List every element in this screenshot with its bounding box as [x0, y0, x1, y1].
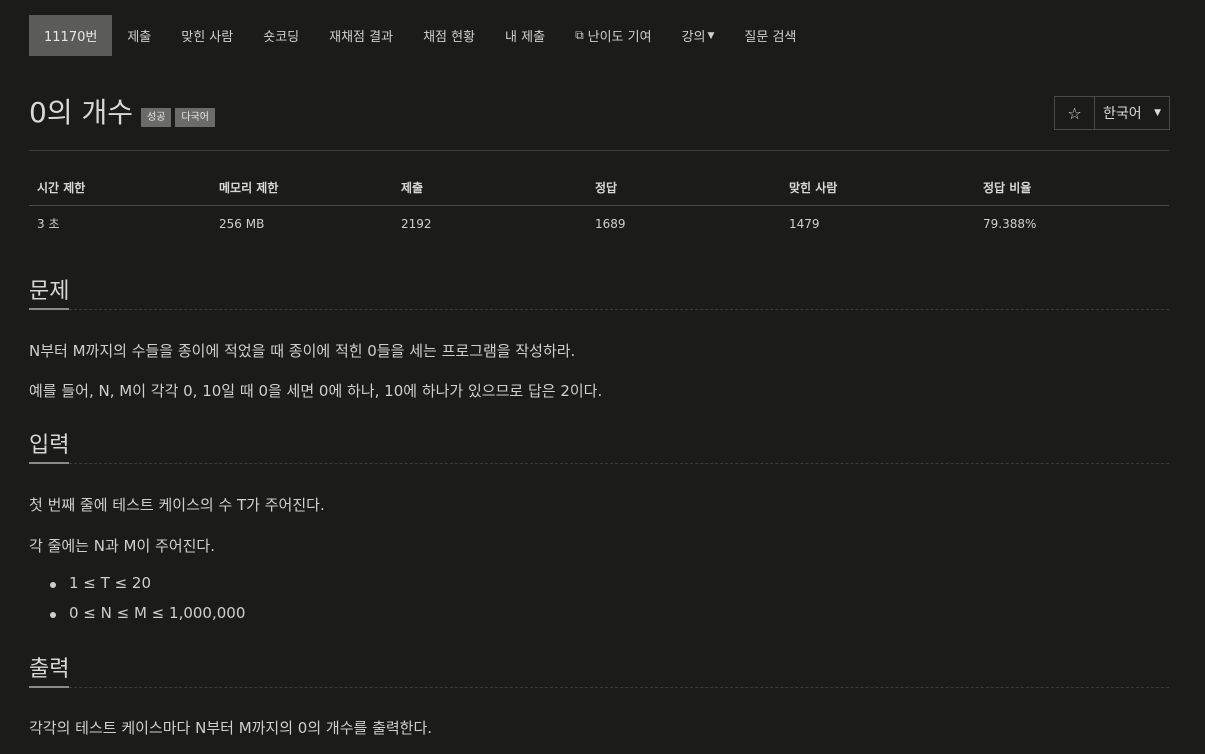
tab-label: 재채점 결과	[329, 30, 394, 45]
header-accept-ratio: 정답 비율	[975, 170, 1169, 206]
value-accepted: 1689	[595, 216, 626, 231]
caret-down-icon: ▼	[707, 30, 715, 41]
external-link-icon: ⧉	[575, 28, 584, 42]
status-badge-multilingual: 다국어	[175, 108, 216, 127]
input-paragraph: 첫 번째 줄에 테스트 케이스의 수 T가 주어진다.	[29, 496, 325, 514]
page-title: 0의 개수	[29, 96, 133, 129]
value-time-limit: 3 초	[37, 217, 60, 231]
tab-label: 숏코딩	[263, 30, 300, 45]
tab-label: 제출	[127, 30, 152, 45]
tab-label: 채점 현황	[423, 30, 476, 45]
header-solvers: 맞힌 사람	[781, 170, 975, 206]
tab-my-submissions[interactable]: 내 제출	[490, 15, 560, 56]
tab-label: 난이도 기여	[587, 30, 652, 45]
tab-label: 강의	[681, 30, 706, 45]
value-accept-ratio: 79.388%	[983, 216, 1037, 231]
section-divider	[29, 463, 1169, 465]
tab-label: 11170번	[44, 30, 98, 45]
section-underline	[29, 686, 69, 688]
section-underline	[29, 462, 69, 464]
tab-solvers[interactable]: 맞힌 사람	[166, 15, 248, 56]
star-button[interactable]: ☆	[1055, 97, 1095, 129]
tab-difficulty-contribution[interactable]: ⧉ 난이도 기여	[560, 15, 667, 56]
tab-rejudge-results[interactable]: 재채점 결과	[314, 15, 408, 56]
status-badge-success: 성공	[141, 108, 172, 127]
table-header-row: 시간 제한 메모리 제한 제출 정답 맞힌 사람 정답 비율	[29, 170, 1169, 206]
description-paragraph: 예를 들어, N, M이 각각 0, 10일 때 0을 세면 0에 하나, 10…	[29, 382, 603, 400]
tab-label: 맞힌 사람	[181, 30, 234, 45]
tab-label: 내 제출	[505, 30, 546, 45]
tab-label: 질문 검색	[744, 30, 797, 45]
language-select[interactable]: 한국어 ▼	[1095, 97, 1169, 129]
tab-lectures[interactable]: 강의 ▼	[667, 15, 730, 56]
title-actions: ☆ 한국어 ▼	[1054, 96, 1170, 130]
list-item: 0 ≤ N ≤ M ≤ 1,000,000	[49, 604, 246, 622]
section-title-output: 출력	[29, 657, 70, 682]
value-solvers: 1479	[789, 216, 820, 231]
tab-question-search[interactable]: 질문 검색	[729, 15, 811, 56]
input-paragraph: 각 줄에는 N과 M이 주어진다.	[29, 537, 216, 555]
section-title-description: 문제	[29, 279, 70, 304]
value-memory-limit: 256 MB	[219, 216, 265, 231]
problem-info-table: 시간 제한 메모리 제한 제출 정답 맞힌 사람 정답 비율 3 초 256 M…	[29, 170, 1169, 241]
constraint-text: 1 ≤ T ≤ 20	[69, 574, 152, 592]
value-submissions: 2192	[401, 216, 432, 231]
problem-title-row: 0의 개수 성공 다국어	[29, 95, 216, 131]
language-label: 한국어	[1103, 106, 1142, 122]
tab-short-coding[interactable]: 숏코딩	[248, 15, 314, 56]
tab-problem-number[interactable]: 11170번	[29, 15, 113, 56]
tab-submit[interactable]: 제출	[112, 15, 166, 56]
section-underline	[29, 308, 69, 310]
section-title-input: 입력	[29, 433, 70, 458]
header-accepted: 정답	[587, 170, 781, 206]
caret-down-icon: ▼	[1154, 108, 1161, 118]
title-divider	[29, 150, 1169, 151]
header-submissions: 제출	[393, 170, 587, 206]
constraint-text: 0 ≤ N ≤ M ≤ 1,000,000	[69, 604, 246, 622]
list-item: 1 ≤ T ≤ 20	[49, 574, 152, 592]
header-memory-limit: 메모리 제한	[211, 170, 393, 206]
output-paragraph: 각각의 테스트 케이스마다 N부터 M까지의 0의 개수를 출력한다.	[29, 719, 433, 737]
header-time-limit: 시간 제한	[29, 170, 211, 206]
section-divider	[29, 309, 1169, 311]
tab-judge-status[interactable]: 채점 현황	[408, 15, 490, 56]
section-divider	[29, 687, 1169, 689]
problem-nav: 11170번 제출 맞힌 사람 숏코딩 재채점 결과 채점 현황 내 제출 ⧉ 난…	[29, 15, 811, 56]
description-paragraph: N부터 M까지의 수들을 종이에 적었을 때 종이에 적힌 0들을 세는 프로그…	[29, 342, 576, 360]
star-icon: ☆	[1067, 103, 1082, 123]
table-row: 3 초 256 MB 2192 1689 1479 79.388%	[29, 206, 1169, 242]
